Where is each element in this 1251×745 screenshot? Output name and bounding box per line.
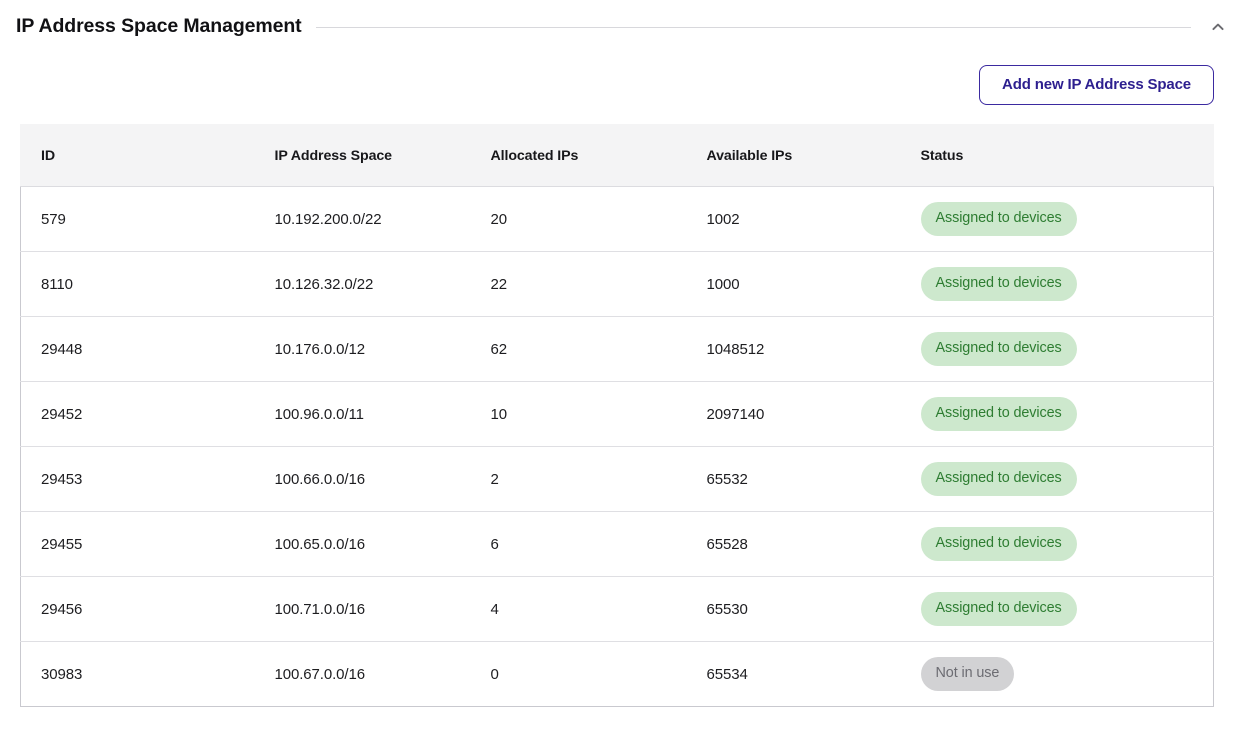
cell-status: Assigned to devices [900, 186, 1214, 252]
column-header-ip-address-space[interactable]: IP Address Space [254, 124, 471, 187]
cell-id: 30983 [20, 641, 255, 707]
table-row[interactable]: 29452 100.96.0.0/11 10 2097140 Assigned to d… [20, 381, 1214, 447]
cell-available-ips: 65530 [686, 576, 901, 642]
status-badge: Assigned to devices [920, 592, 1077, 626]
cell-allocated-ips: 62 [470, 316, 687, 382]
table-header-row: ID IP Address Space Allocated IPs Availa… [20, 124, 1214, 187]
cell-ip-address-space: 10.126.32.0/22 [254, 251, 471, 317]
cell-available-ips: 65532 [686, 446, 901, 512]
table-toolbar: Add new IP Address Space [0, 54, 1251, 105]
cell-id: 29456 [20, 576, 255, 642]
status-badge: Not in use [920, 657, 1015, 691]
collapse-section-button[interactable] [1205, 14, 1231, 40]
table-row[interactable]: 8110 10.126.32.0/22 22 1000 Assigned to devi… [20, 251, 1214, 317]
table-row[interactable]: 30983 100.67.0.0/16 0 65534 Not in use [20, 641, 1214, 707]
status-badge: Assigned to devices [920, 332, 1077, 366]
cell-available-ips: 1048512 [686, 316, 901, 382]
table-row[interactable]: 29456 100.71.0.0/16 4 65530 Assigned to devi… [20, 576, 1214, 642]
cell-allocated-ips: 4 [470, 576, 687, 642]
cell-allocated-ips: 2 [470, 446, 687, 512]
cell-allocated-ips: 6 [470, 511, 687, 577]
column-header-status[interactable]: Status [900, 124, 1214, 187]
cell-status: Assigned to devices [900, 511, 1214, 577]
table-header: ID IP Address Space Allocated IPs Availa… [20, 124, 1214, 187]
add-new-ip-address-space-button[interactable]: Add new IP Address Space [979, 65, 1214, 105]
cell-ip-address-space: 100.96.0.0/11 [254, 381, 471, 447]
cell-ip-address-space: 100.67.0.0/16 [254, 641, 471, 707]
cell-available-ips: 1000 [686, 251, 901, 317]
cell-status: Assigned to devices [900, 381, 1214, 447]
cell-status: Assigned to devices [900, 316, 1214, 382]
cell-id: 8110 [20, 251, 255, 317]
table-row[interactable]: 29453 100.66.0.0/16 2 65532 Assigned to devi… [20, 446, 1214, 512]
cell-id: 579 [20, 186, 255, 252]
cell-available-ips: 2097140 [686, 381, 901, 447]
table-body: 579 10.192.200.0/22 20 1002 Assigned to devi… [20, 186, 1214, 707]
cell-id: 29452 [20, 381, 255, 447]
column-header-id[interactable]: ID [20, 124, 255, 187]
cell-ip-address-space: 10.192.200.0/22 [254, 186, 471, 252]
status-badge: Assigned to devices [920, 202, 1077, 236]
cell-available-ips: 65528 [686, 511, 901, 577]
ip-address-space-table: ID IP Address Space Allocated IPs Availa… [20, 124, 1214, 707]
cell-id: 29448 [20, 316, 255, 382]
table-row[interactable]: 579 10.192.200.0/22 20 1002 Assigned to devi… [20, 186, 1214, 252]
cell-status: Not in use [900, 641, 1214, 707]
page-title: IP Address Space Management [16, 15, 302, 38]
table-row[interactable]: 29448 10.176.0.0/12 62 1048512 Assigned to d… [20, 316, 1214, 382]
status-badge: Assigned to devices [920, 397, 1077, 431]
cell-status: Assigned to devices [900, 446, 1214, 512]
cell-allocated-ips: 22 [470, 251, 687, 317]
column-header-available-ips[interactable]: Available IPs [686, 124, 901, 187]
cell-ip-address-space: 10.176.0.0/12 [254, 316, 471, 382]
status-badge: Assigned to devices [920, 267, 1077, 301]
section-header: IP Address Space Management [0, 0, 1251, 54]
ip-address-space-table-container: ID IP Address Space Allocated IPs Availa… [20, 124, 1214, 707]
cell-status: Assigned to devices [900, 576, 1214, 642]
cell-allocated-ips: 10 [470, 381, 687, 447]
column-header-allocated-ips[interactable]: Allocated IPs [470, 124, 687, 187]
status-badge: Assigned to devices [920, 462, 1077, 496]
cell-id: 29453 [20, 446, 255, 512]
cell-id: 29455 [20, 511, 255, 577]
header-divider [315, 26, 1191, 28]
cell-ip-address-space: 100.71.0.0/16 [254, 576, 471, 642]
cell-available-ips: 1002 [686, 186, 901, 252]
cell-allocated-ips: 20 [470, 186, 687, 252]
cell-ip-address-space: 100.65.0.0/16 [254, 511, 471, 577]
cell-allocated-ips: 0 [470, 641, 687, 707]
table-row[interactable]: 29455 100.65.0.0/16 6 65528 Assigned to devi… [20, 511, 1214, 577]
cell-status: Assigned to devices [900, 251, 1214, 317]
status-badge: Assigned to devices [920, 527, 1077, 561]
chevron-up-icon [1210, 19, 1226, 35]
cell-ip-address-space: 100.66.0.0/16 [254, 446, 471, 512]
cell-available-ips: 65534 [686, 641, 901, 707]
